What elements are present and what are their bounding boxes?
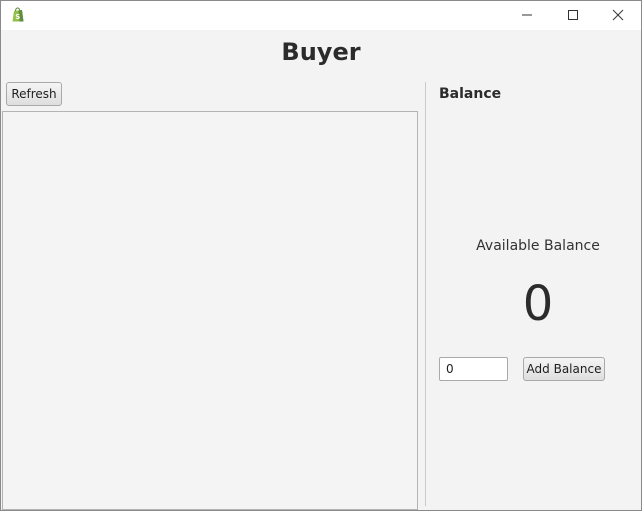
refresh-button[interactable]: Refresh (6, 82, 62, 106)
svg-text:S: S (15, 13, 20, 21)
app-window: S Buyer Refresh Balance Available Balanc… (0, 0, 642, 511)
add-balance-button[interactable]: Add Balance (523, 357, 605, 381)
minimize-button[interactable] (504, 1, 550, 30)
available-balance-label: Available Balance (476, 238, 600, 254)
balance-amount-input[interactable] (439, 357, 508, 381)
close-icon (612, 6, 624, 25)
close-button[interactable] (595, 1, 641, 30)
maximize-button[interactable] (550, 1, 596, 30)
title-bar: S (1, 1, 641, 30)
maximize-icon (567, 6, 579, 25)
minimize-icon (521, 6, 533, 25)
shopping-bag-icon: S (10, 7, 26, 23)
balance-value: 0 (522, 276, 554, 332)
page-title: Buyer (281, 38, 361, 66)
balance-heading: Balance (439, 86, 502, 102)
main-content: Buyer Refresh Balance Available Balance … (1, 30, 641, 510)
buyer-list[interactable] (2, 111, 418, 510)
panel-divider (425, 82, 426, 506)
